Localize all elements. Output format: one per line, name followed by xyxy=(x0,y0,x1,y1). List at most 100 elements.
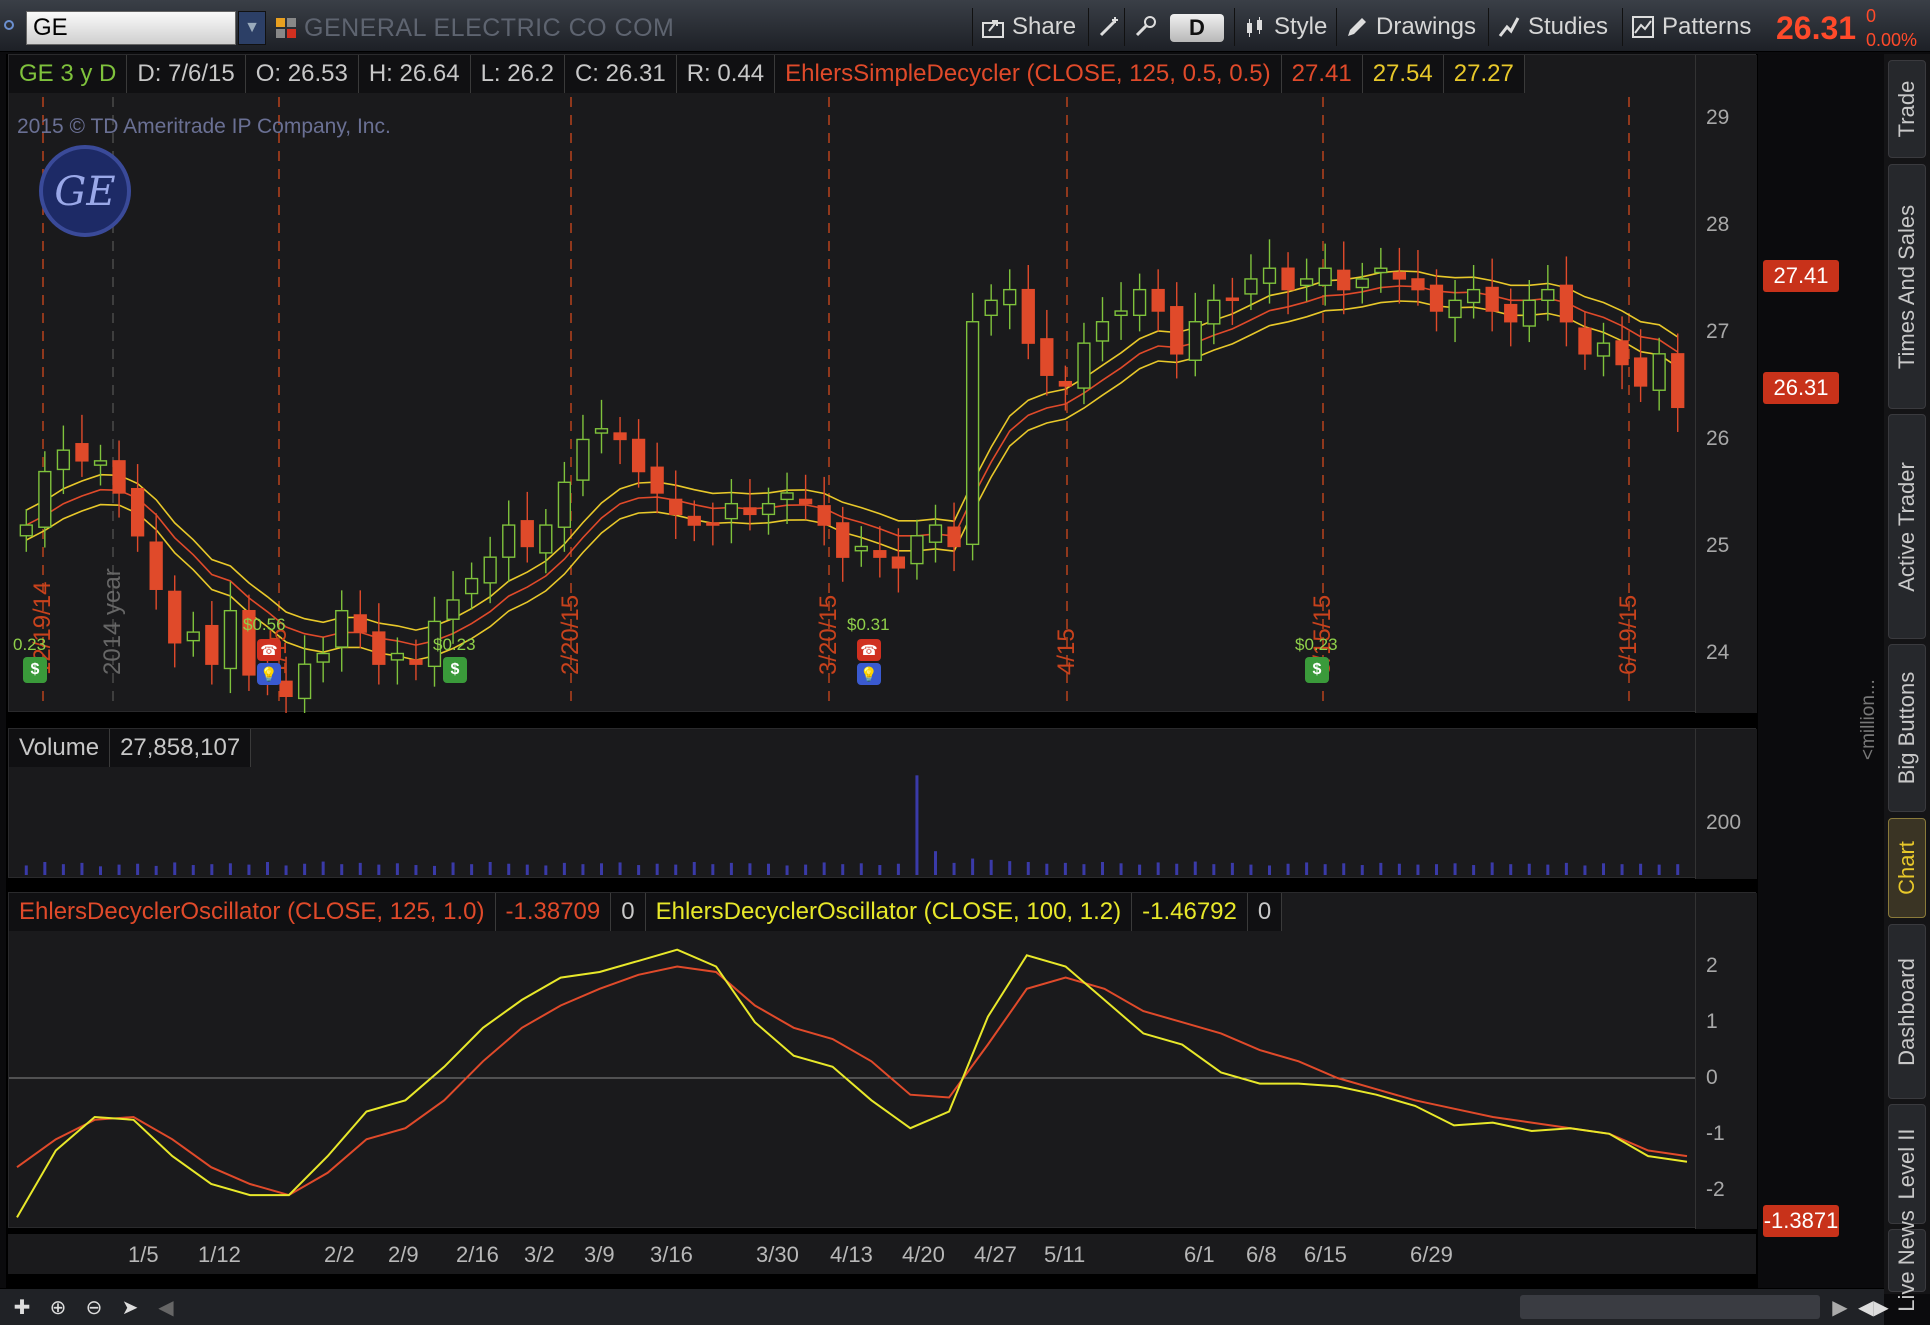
chart-area[interactable]: GE 3 y D D: 7/6/15 O: 26.53 H: 26.64 L: … xyxy=(6,54,1839,1289)
dividend-icon: $ xyxy=(443,657,467,683)
candle-body xyxy=(1541,288,1555,302)
candle-body xyxy=(1596,342,1611,357)
open-readout: O: 26.53 xyxy=(246,55,359,93)
candle-body xyxy=(335,609,349,648)
patterns-button[interactable]: Patterns xyxy=(1622,8,1759,46)
volume-bar xyxy=(154,865,158,875)
drawings-button[interactable]: Drawings xyxy=(1336,8,1484,46)
candle-body xyxy=(539,524,553,554)
volume-bar xyxy=(470,864,474,875)
candle-body xyxy=(910,535,924,565)
study-label[interactable]: EhlersSimpleDecycler (CLOSE, 125, 0.5, 0… xyxy=(775,55,1282,93)
earnings-icon: ☎ xyxy=(857,639,881,661)
tab-active-trader[interactable]: Active Trader xyxy=(1888,414,1926,639)
crosshair-icon[interactable]: ✚ xyxy=(8,1295,36,1321)
tab-big-buttons[interactable]: Big Buttons xyxy=(1888,644,1926,812)
volume-bar xyxy=(24,865,28,875)
volume-bar xyxy=(822,862,826,875)
tab-live-news[interactable]: Live News xyxy=(1888,1210,1926,1311)
date-tick: 5/11 xyxy=(1044,1242,1086,1267)
oscillator-header: EhlersDecyclerOscillator (CLOSE, 125, 1.… xyxy=(9,893,1283,931)
volume-bar xyxy=(600,863,603,875)
aggregation-d-button[interactable]: D xyxy=(1170,14,1224,42)
oscillator-panel[interactable]: EhlersDecyclerOscillator (CLOSE, 125, 1.… xyxy=(8,892,1839,1237)
zoom-in-icon[interactable]: ⊕ xyxy=(44,1295,72,1321)
candle-body xyxy=(873,550,887,558)
toolbar: GE ▼ GENERAL ELECTRIC CO COM Share D Sty… xyxy=(0,0,1930,52)
candle-body xyxy=(1207,299,1221,325)
volume-bar xyxy=(896,863,900,875)
style-button[interactable]: Style xyxy=(1234,8,1335,46)
osc1-label[interactable]: EhlersDecyclerOscillator (CLOSE, 125, 1.… xyxy=(9,893,496,931)
chart-settings-button[interactable] xyxy=(1088,8,1129,46)
tab-dashboard[interactable]: Dashboard xyxy=(1888,924,1926,1099)
volume-bar xyxy=(1546,864,1550,875)
candle-body xyxy=(1522,299,1536,327)
tab-chart[interactable]: Chart xyxy=(1888,818,1926,918)
candle-body xyxy=(1392,271,1407,280)
volume-bar xyxy=(136,863,140,875)
zoom-out-icon[interactable]: ⊖ xyxy=(80,1295,108,1321)
candle-body xyxy=(353,614,367,633)
osc2-label[interactable]: EhlersDecyclerOscillator (CLOSE, 100, 1.… xyxy=(646,893,1133,931)
candle-body xyxy=(1299,278,1314,287)
candle-body xyxy=(1132,288,1147,317)
scroll-left-icon[interactable]: ◀ xyxy=(152,1295,180,1321)
expand-icon[interactable]: ◀▶ xyxy=(1858,1295,1889,1321)
candle-body xyxy=(669,498,683,516)
candle-body xyxy=(1021,288,1035,344)
candle-body xyxy=(149,541,163,590)
oscillator-plot[interactable] xyxy=(9,893,1695,1229)
date-tick: 3/16 xyxy=(650,1242,693,1267)
date-tick: 3/30 xyxy=(756,1242,799,1267)
scroll-right-icon[interactable]: ▶ xyxy=(1826,1295,1854,1321)
volume-bar xyxy=(618,862,622,875)
volume-bar xyxy=(340,864,344,875)
volume-bar xyxy=(804,864,808,875)
symbol-input[interactable]: GE xyxy=(26,11,236,45)
volume-bar xyxy=(228,863,232,875)
volume-bar xyxy=(1305,862,1309,875)
settings-button[interactable] xyxy=(1124,8,1165,46)
symbol-dropdown-button[interactable]: ▼ xyxy=(238,11,266,45)
volume-plot[interactable] xyxy=(9,729,1695,879)
tab-level-ii[interactable]: Level II xyxy=(1888,1104,1926,1224)
volume-bar xyxy=(1193,861,1197,875)
volume-bar xyxy=(692,862,696,875)
candle-body xyxy=(1448,299,1462,319)
volume-bar xyxy=(1342,863,1346,875)
volume-panel[interactable]: Volume 27,858,107 200 xyxy=(8,728,1757,879)
volume-bar xyxy=(1472,865,1476,875)
volume-bar xyxy=(581,864,585,875)
volume-tick: 200 xyxy=(1706,811,1742,834)
drawings-label: Drawings xyxy=(1376,13,1477,40)
company-name: GENERAL ELECTRIC CO COM xyxy=(304,14,675,42)
volume-bar xyxy=(266,862,269,875)
horizontal-scrollbar[interactable] xyxy=(1520,1295,1820,1319)
volume-bar xyxy=(1620,864,1624,875)
studies-button[interactable]: Studies xyxy=(1488,8,1616,46)
volume-label: Volume xyxy=(9,729,111,767)
event-date-label: 2/20/15 xyxy=(557,594,584,675)
date-tick: 4/27 xyxy=(974,1242,1017,1267)
volume-bar xyxy=(989,859,993,875)
tab-label: Times And Sales xyxy=(1894,204,1919,369)
price-panel[interactable]: GE 3 y D D: 7/6/15 O: 26.53 H: 26.64 L: … xyxy=(8,54,1839,713)
volume-bar xyxy=(655,863,659,875)
tab-trade[interactable]: Trade xyxy=(1888,60,1926,158)
pointer-icon[interactable]: ➤ xyxy=(116,1295,144,1321)
candle-body xyxy=(75,443,89,462)
share-label: Share xyxy=(1012,13,1077,40)
osc2-line xyxy=(16,948,1688,1218)
volume-bar xyxy=(358,862,362,875)
high-readout: H: 26.64 xyxy=(359,55,471,93)
tab-times-and-sales[interactable]: Times And Sales xyxy=(1888,164,1926,409)
event-amount: $0.23 xyxy=(1295,635,1338,654)
osc-tick: 0 xyxy=(1706,1066,1718,1089)
volume-bar xyxy=(841,864,845,875)
symbol-link-icon[interactable] xyxy=(274,16,298,40)
volume-header: Volume 27,858,107 xyxy=(9,729,252,767)
percent-change: 0.00% xyxy=(1866,30,1918,50)
share-icon xyxy=(982,20,1004,38)
share-button[interactable]: Share xyxy=(972,8,1084,46)
